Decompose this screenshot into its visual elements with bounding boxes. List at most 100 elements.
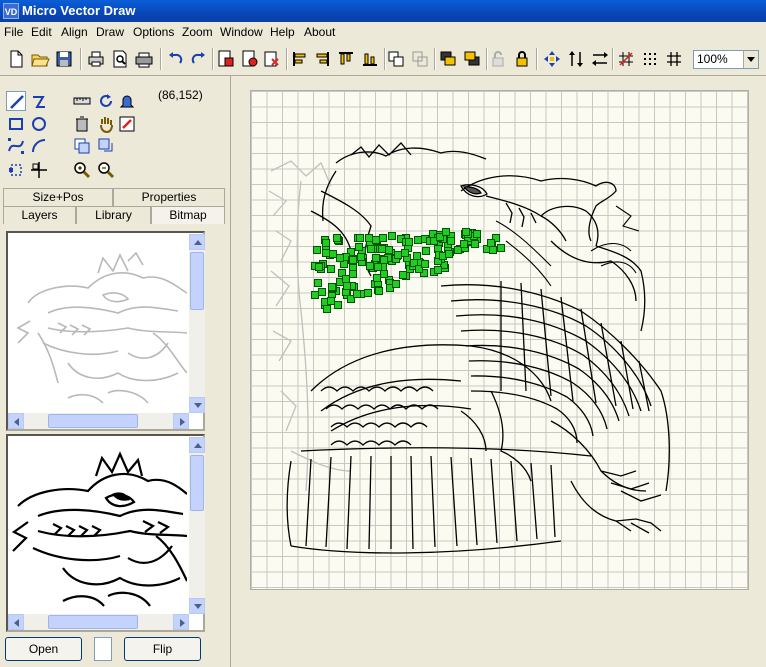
node-edit-tool-icon[interactable]: [6, 160, 26, 180]
flip-horizontal-icon[interactable]: [590, 49, 610, 69]
redo-icon[interactable]: [188, 49, 208, 69]
menu-file[interactable]: File: [4, 25, 23, 39]
scroll-thumb[interactable]: [48, 414, 138, 428]
duplicate-icon[interactable]: [96, 136, 116, 156]
node-handle[interactable]: [349, 270, 357, 278]
crosshair-tool-icon[interactable]: [29, 160, 49, 180]
rotate-icon[interactable]: [96, 91, 116, 111]
align-bottom-icon[interactable]: [360, 49, 380, 69]
tab-size-pos[interactable]: Size+Pos: [3, 188, 113, 206]
rectangle-tool-icon[interactable]: [6, 114, 26, 134]
node-handle[interactable]: [366, 262, 374, 270]
drawing-canvas[interactable]: [250, 90, 749, 590]
lock-icon[interactable]: [512, 49, 532, 69]
align-right-icon[interactable]: [312, 49, 332, 69]
node-handle[interactable]: [462, 228, 470, 236]
node-handle[interactable]: [489, 246, 497, 254]
node-handle[interactable]: [374, 263, 382, 271]
snap-icon[interactable]: [616, 49, 636, 69]
menu-draw[interactable]: Draw: [96, 25, 124, 39]
node-handle[interactable]: [353, 290, 361, 298]
node-handle[interactable]: [315, 263, 323, 271]
new-icon[interactable]: [6, 49, 26, 69]
node-handle[interactable]: [388, 232, 396, 240]
flip-vertical-icon[interactable]: [566, 49, 586, 69]
tab-properties[interactable]: Properties: [113, 188, 225, 206]
node-handle[interactable]: [422, 247, 430, 255]
preview1-horizontal-scrollbar[interactable]: [8, 413, 189, 429]
menu-about[interactable]: About: [304, 25, 335, 39]
scroll-right-icon[interactable]: [173, 413, 189, 429]
node-handle[interactable]: [327, 265, 335, 273]
menu-align[interactable]: Align: [61, 25, 88, 39]
node-handle[interactable]: [413, 252, 421, 260]
menu-help[interactable]: Help: [270, 25, 295, 39]
scroll-thumb[interactable]: [190, 252, 204, 310]
node-handle[interactable]: [365, 234, 373, 242]
node-handle[interactable]: [379, 234, 387, 242]
tab-layers[interactable]: Layers: [3, 206, 76, 224]
ungroup-icon[interactable]: [410, 49, 430, 69]
node-handle[interactable]: [399, 271, 407, 279]
node-handle[interactable]: [349, 256, 357, 264]
bezier-tool-icon[interactable]: [6, 136, 26, 156]
node-handle[interactable]: [327, 297, 335, 305]
zoom-out-icon[interactable]: [96, 160, 116, 180]
grid-dots-icon[interactable]: [640, 49, 660, 69]
node-handle[interactable]: [392, 280, 400, 288]
node-handle[interactable]: [394, 251, 402, 259]
node-handle[interactable]: [356, 234, 364, 242]
scroll-down-icon[interactable]: [189, 397, 205, 413]
node-handle[interactable]: [375, 287, 383, 295]
preview2-horizontal-scrollbar[interactable]: [8, 614, 189, 630]
scroll-up-icon[interactable]: [189, 234, 205, 250]
copy-icon[interactable]: [72, 136, 92, 156]
node-handle[interactable]: [364, 289, 372, 297]
arc-tool-icon[interactable]: [29, 136, 49, 156]
chevron-down-icon[interactable]: [743, 51, 758, 68]
node-handle[interactable]: [343, 282, 351, 290]
open-icon[interactable]: [30, 49, 50, 69]
node-handle[interactable]: [313, 246, 321, 254]
bring-front-icon[interactable]: [438, 49, 458, 69]
scroll-thumb[interactable]: [190, 455, 204, 511]
node-handle[interactable]: [318, 288, 326, 296]
node-handle[interactable]: [385, 246, 393, 254]
node-handle[interactable]: [355, 243, 363, 251]
open-bitmap-button[interactable]: Open: [5, 637, 82, 661]
menu-edit[interactable]: Edit: [31, 25, 52, 39]
node-handle[interactable]: [372, 254, 380, 262]
move-center-icon[interactable]: [542, 49, 562, 69]
tab-library[interactable]: Library: [76, 206, 151, 224]
edit-bitmap-icon[interactable]: [117, 114, 137, 134]
node-handle[interactable]: [322, 249, 330, 257]
node-handle[interactable]: [434, 266, 442, 274]
unlock-icon[interactable]: [488, 49, 508, 69]
menu-options[interactable]: Options: [133, 25, 174, 39]
node-handle[interactable]: [442, 228, 450, 236]
node-handle[interactable]: [405, 238, 413, 246]
node-handle[interactable]: [445, 250, 453, 258]
node-handle[interactable]: [380, 270, 388, 278]
node-handle[interactable]: [497, 244, 505, 252]
import-icon[interactable]: [216, 49, 236, 69]
undo-icon[interactable]: [166, 49, 186, 69]
menu-zoom[interactable]: Zoom: [182, 25, 213, 39]
node-handle[interactable]: [357, 253, 365, 261]
node-handle[interactable]: [372, 236, 380, 244]
bitmap-slider[interactable]: [94, 637, 112, 661]
print-icon[interactable]: [86, 49, 106, 69]
node-handle[interactable]: [336, 254, 344, 262]
preview2-vertical-scrollbar[interactable]: [189, 437, 205, 614]
zoom-select[interactable]: 100%: [693, 50, 759, 69]
group-icon[interactable]: [386, 49, 406, 69]
tab-bitmap[interactable]: Bitmap: [151, 206, 225, 224]
node-handle[interactable]: [473, 230, 481, 238]
scroll-left-icon[interactable]: [8, 413, 24, 429]
scroll-down-icon[interactable]: [189, 598, 205, 614]
node-handle[interactable]: [328, 283, 336, 291]
export-icon[interactable]: [240, 49, 260, 69]
grid-lines-icon[interactable]: [664, 49, 684, 69]
polyline-tool-icon[interactable]: [29, 91, 49, 111]
hand-pan-icon[interactable]: [96, 114, 116, 134]
